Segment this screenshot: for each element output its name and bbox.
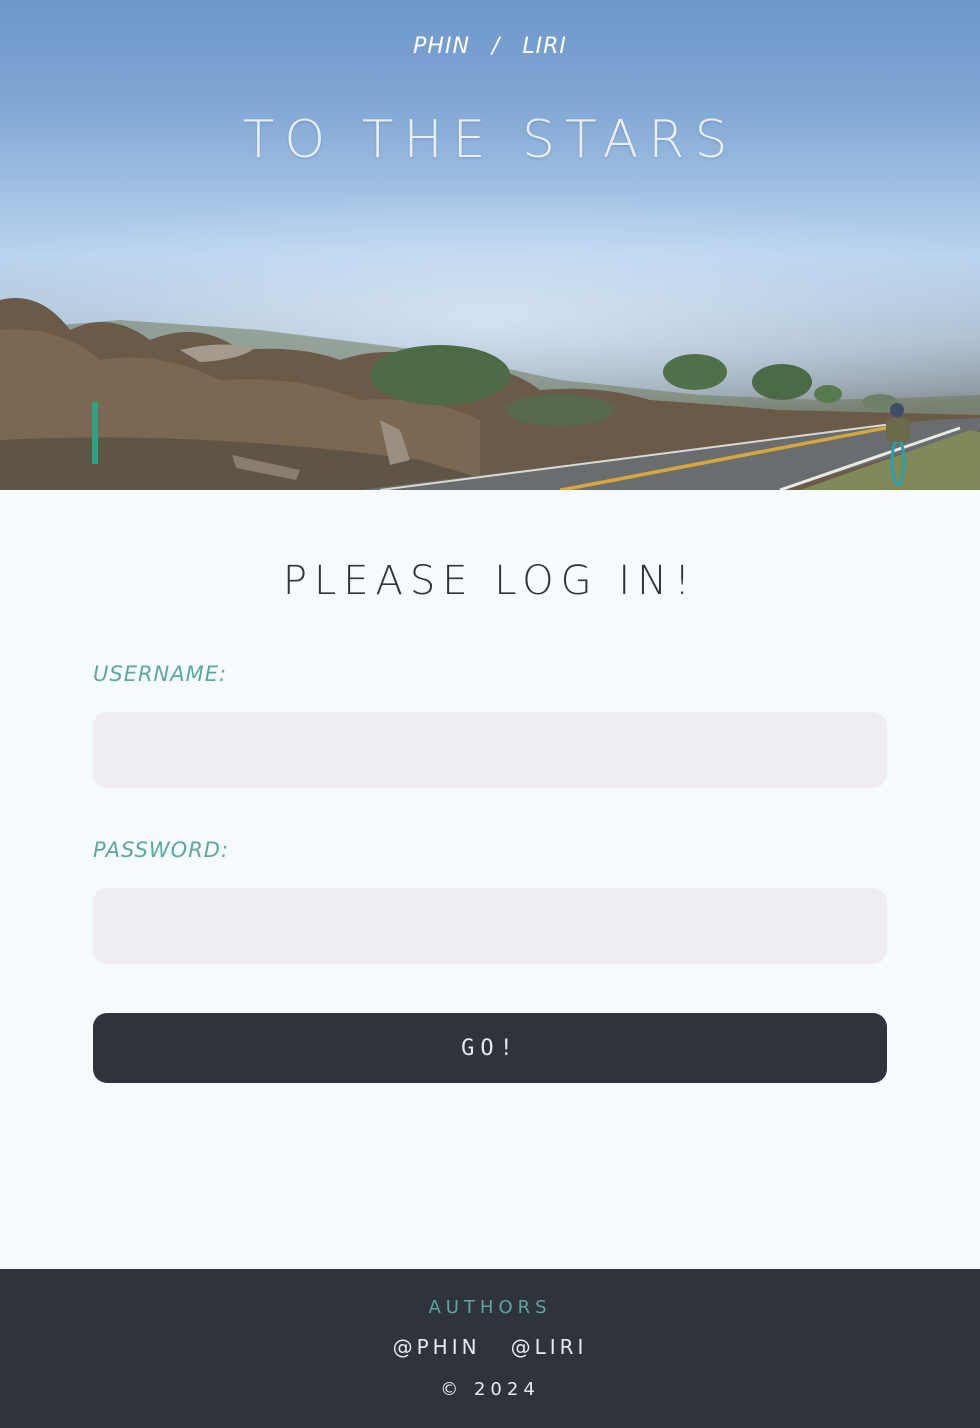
footer-links: @Phin @Liri [0, 1335, 980, 1359]
nav-link-phin[interactable]: Phin [413, 34, 470, 59]
copyright: © 2024 [440, 1379, 540, 1400]
footer-link-phin[interactable]: @Phin [393, 1335, 481, 1359]
password-label: Password: [93, 838, 230, 862]
hero-banner: Phin / Liri To the stars [0, 0, 980, 490]
submit-button[interactable]: Go! [93, 1013, 887, 1083]
hero-landscape-image [0, 298, 980, 490]
username-label: Username: [93, 662, 228, 686]
footer-link-liri[interactable]: @Liri [511, 1335, 588, 1359]
top-nav: Phin / Liri [0, 34, 980, 59]
site-title: To the stars [242, 110, 738, 170]
login-heading: Please log in! [282, 558, 698, 604]
nav-separator: / [491, 34, 501, 59]
footer-heading: Authors [428, 1297, 552, 1318]
footer: Authors @Phin @Liri © 2024 [0, 1269, 980, 1428]
username-input[interactable] [93, 712, 887, 788]
nav-link-liri[interactable]: Liri [522, 34, 567, 59]
password-input[interactable] [93, 888, 887, 964]
